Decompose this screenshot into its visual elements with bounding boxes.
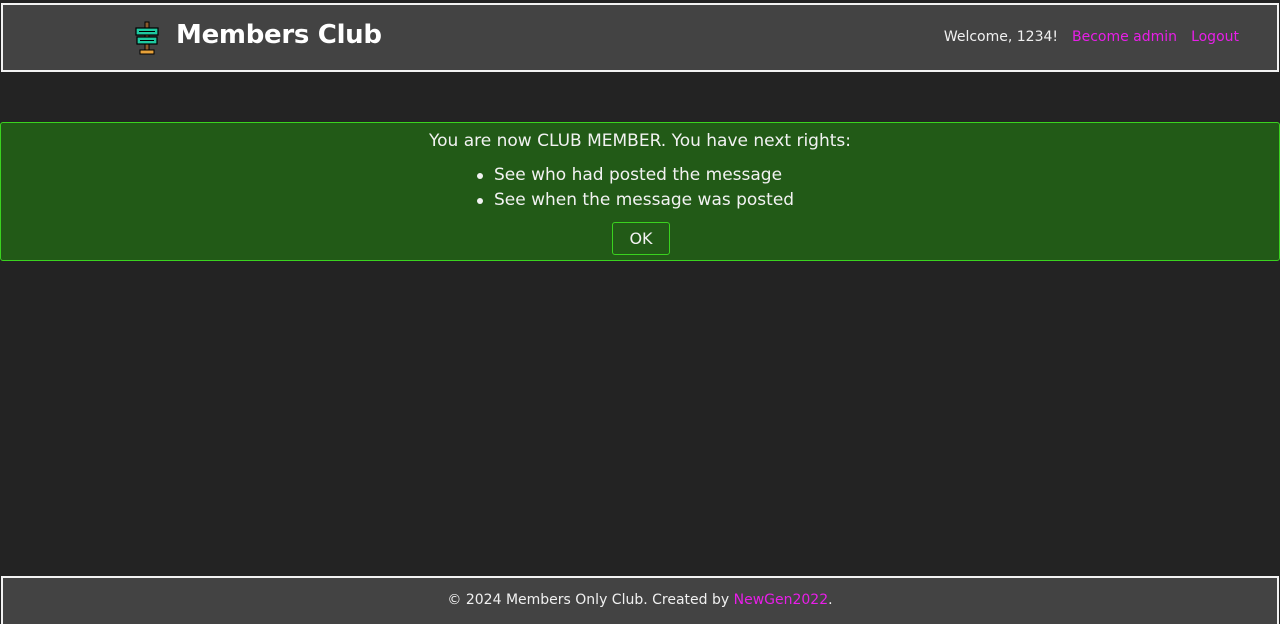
list-item: See when the message was posted	[477, 188, 794, 213]
right-text: See when the message was posted	[494, 190, 795, 210]
become-admin-link[interactable]: Become admin	[1072, 29, 1177, 45]
notice-title: You are now CLUB MEMBER. You have next r…	[429, 131, 851, 151]
footer-copyright: © 2024 Members Only Club. Created by	[447, 592, 734, 608]
list-item: See who had posted the message	[477, 163, 794, 188]
bullet-icon	[477, 197, 483, 204]
footer-period: .	[828, 592, 833, 608]
site-title[interactable]: Members Club	[176, 20, 382, 50]
bullet-icon	[477, 172, 483, 179]
membership-notice: You are now CLUB MEMBER. You have next r…	[0, 122, 1280, 261]
welcome-text: Welcome, 1234!	[943, 29, 1058, 45]
header-nav: Welcome, 1234! Become admin Logout	[944, 29, 1239, 45]
ok-button[interactable]: OK	[612, 222, 670, 255]
site-footer: © 2024 Members Only Club. Created by New…	[1, 576, 1279, 624]
members-club-sign-icon[interactable]	[133, 21, 161, 55]
logout-link[interactable]: Logout	[1191, 29, 1239, 45]
site-header: Members Club Welcome, 1234! Become admin…	[1, 3, 1279, 72]
right-text: See who had posted the message	[494, 165, 783, 185]
author-link[interactable]: NewGen2022	[734, 592, 829, 608]
rights-list: See who had posted the message See when …	[477, 163, 794, 213]
